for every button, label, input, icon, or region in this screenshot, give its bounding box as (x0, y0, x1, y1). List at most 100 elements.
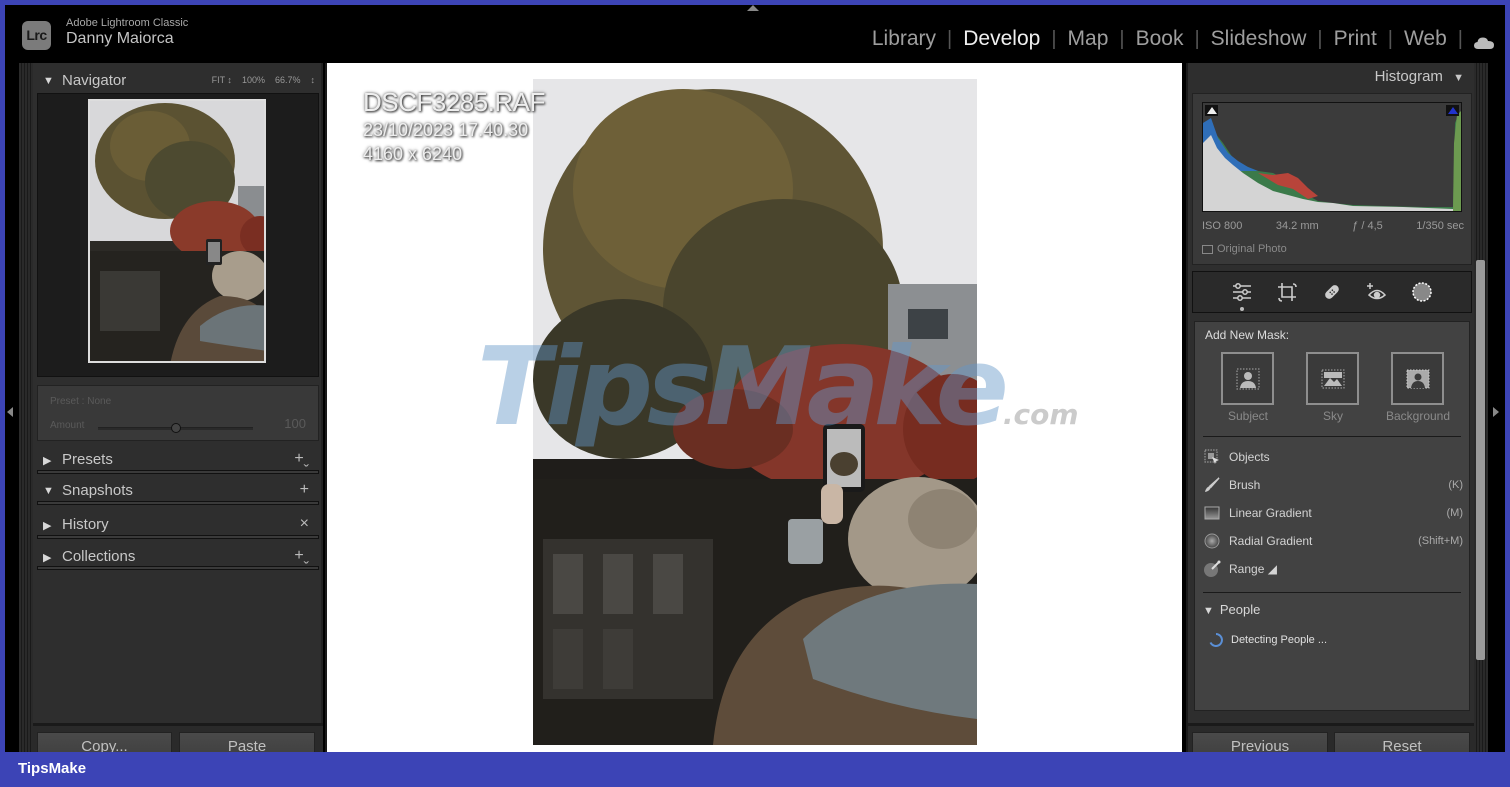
triangle-down-icon: ▼ (43, 485, 54, 497)
amount-value: 100 (284, 416, 306, 431)
right-panel-scrollbar[interactable] (1476, 260, 1485, 660)
amount-slider-thumb[interactable] (170, 423, 181, 433)
mask-subject-label: Subject (1227, 409, 1269, 423)
aperture: ƒ / 4,5 (1352, 220, 1383, 232)
histogram-header[interactable]: Histogram ▼ (1375, 68, 1464, 85)
lrc-logo: Lrc (22, 21, 51, 50)
section-title: History (62, 516, 109, 533)
section-title: Snapshots (62, 482, 133, 499)
add-snapshot-icon[interactable]: + (300, 481, 309, 499)
section-title: Presets (62, 451, 113, 468)
add-preset-icon[interactable]: +ˬ (294, 450, 309, 468)
mask-linear-gradient[interactable]: Linear Gradient (M) (1203, 501, 1463, 525)
mask-objects[interactable]: Objects (1203, 445, 1463, 469)
module-print[interactable]: Print (1323, 27, 1388, 51)
main-photo[interactable] (533, 79, 977, 745)
module-web[interactable]: Web (1393, 27, 1458, 51)
divider (1203, 436, 1461, 437)
zoom-66[interactable]: 66.7% (275, 75, 301, 85)
zoom-menu[interactable]: ↕ (311, 75, 316, 85)
spinner-icon (1209, 633, 1223, 647)
navigator-title: Navigator (62, 72, 127, 89)
mask-item-shortcut: (K) (1448, 479, 1463, 491)
navigator-preview[interactable] (37, 93, 319, 377)
mask-sky-button[interactable] (1306, 352, 1359, 405)
brush-icon (1203, 476, 1221, 494)
red-eye-icon[interactable] (1363, 278, 1391, 306)
top-panel-toggle[interactable] (747, 5, 759, 11)
amount-slider[interactable] (98, 423, 253, 433)
focal-length: 34.2 mm (1275, 220, 1319, 232)
mask-range[interactable]: Range ◢ (1203, 557, 1463, 581)
amount-label: Amount (50, 420, 85, 431)
image-canvas[interactable]: DSCF3285.RAF 23/10/2023 17.40.30 4160 x … (325, 63, 1182, 752)
app-name: Adobe Lightroom Classic (66, 17, 189, 29)
detecting-people-status: Detecting People ... (1209, 633, 1327, 647)
mask-background-button[interactable] (1391, 352, 1444, 405)
right-panel-toggle[interactable] (1493, 407, 1499, 417)
zoom-fit[interactable]: FIT ↕ (212, 75, 232, 85)
section-title: Collections (62, 548, 136, 565)
lightroom-window: Lrc Adobe Lightroom Classic Danny Maiorc… (5, 5, 1505, 752)
left-panel-strip (19, 63, 33, 752)
add-collection-icon[interactable]: +ˬ (294, 547, 309, 565)
preset-label: Preset : None (50, 396, 112, 407)
mask-subject-button[interactable] (1221, 352, 1274, 405)
copy-button[interactable]: Copy... (37, 732, 172, 752)
clear-history-icon[interactable]: × (300, 515, 309, 533)
mask-brush[interactable]: Brush (K) (1203, 473, 1463, 497)
module-book[interactable]: Book (1125, 27, 1195, 51)
left-panel-toggle[interactable] (7, 407, 13, 417)
mask-radial-gradient[interactable]: Radial Gradient (Shift+M) (1203, 529, 1463, 553)
radial-gradient-icon (1203, 532, 1221, 550)
mask-item-shortcut: (Shift+M) (1418, 535, 1463, 547)
panel-divider (37, 501, 319, 505)
navigator-thumbnail[interactable] (88, 99, 266, 363)
module-develop[interactable]: Develop (952, 27, 1051, 51)
reset-button[interactable]: Reset (1334, 732, 1470, 752)
module-slideshow[interactable]: Slideshow (1200, 27, 1318, 51)
right-panel: Histogram ▼ ISO 800 34.2 mm ƒ / 4,5 1/35… (1186, 63, 1476, 752)
original-photo-checkbox[interactable] (1202, 244, 1213, 254)
mask-item-label: Brush (1229, 478, 1261, 492)
add-new-mask-title: Add New Mask: (1205, 328, 1290, 342)
masking-icon[interactable] (1408, 278, 1436, 306)
photo-filename: DSCF3285.RAF (363, 87, 545, 117)
zoom-100[interactable]: 100% (242, 75, 265, 85)
highlight-clipping-icon[interactable] (1446, 105, 1459, 116)
healing-icon[interactable] (1318, 278, 1346, 306)
edit-sliders-icon[interactable] (1228, 278, 1256, 311)
histogram-title: Histogram (1374, 68, 1443, 85)
detecting-label: Detecting People ... (1231, 634, 1328, 646)
mask-sky-label: Sky (1322, 409, 1343, 423)
triangle-down-icon: ▼ (1453, 72, 1464, 84)
active-tool-dot (1240, 307, 1244, 311)
cloud-icon[interactable] (1473, 32, 1495, 49)
triangle-right-icon: ▶ (43, 520, 52, 532)
mask-item-label: Linear Gradient (1229, 506, 1312, 520)
tool-strip (1192, 271, 1472, 313)
histogram-graph[interactable] (1202, 102, 1462, 212)
mask-item-label: Objects (1229, 450, 1270, 464)
footer-bar: TipsMake (0, 752, 1510, 787)
triangle-right-icon: ▶ (43, 455, 52, 467)
original-photo-toggle[interactable]: Original Photo (1202, 243, 1287, 255)
histogram-box: ISO 800 34.2 mm ƒ / 4,5 1/350 sec Origin… (1192, 93, 1472, 265)
module-map[interactable]: Map (1057, 27, 1120, 51)
module-separator: | (1457, 27, 1463, 50)
navigator-zoom-options: FIT ↕ 100% 66.7% ↕ (212, 75, 315, 85)
shadow-clipping-icon[interactable] (1205, 105, 1218, 116)
people-section-header[interactable]: ▼ People (1203, 602, 1260, 617)
left-bottom-bar: Copy... Paste (33, 723, 323, 752)
linear-gradient-icon (1203, 504, 1221, 522)
crop-icon[interactable] (1273, 278, 1301, 306)
navigator-header[interactable]: ▼ Navigator FIT ↕ 100% 66.7% ↕ (33, 67, 321, 95)
photo-info-overlay: DSCF3285.RAF 23/10/2023 17.40.30 4160 x … (363, 87, 545, 165)
module-library[interactable]: Library (861, 27, 947, 51)
watermark-suffix: .com (1002, 398, 1079, 431)
panel-divider (37, 470, 319, 474)
footer-brand: TipsMake (18, 760, 87, 777)
original-photo-label: Original Photo (1217, 243, 1287, 255)
previous-button[interactable]: Previous (1192, 732, 1328, 752)
paste-button[interactable]: Paste (179, 732, 315, 752)
